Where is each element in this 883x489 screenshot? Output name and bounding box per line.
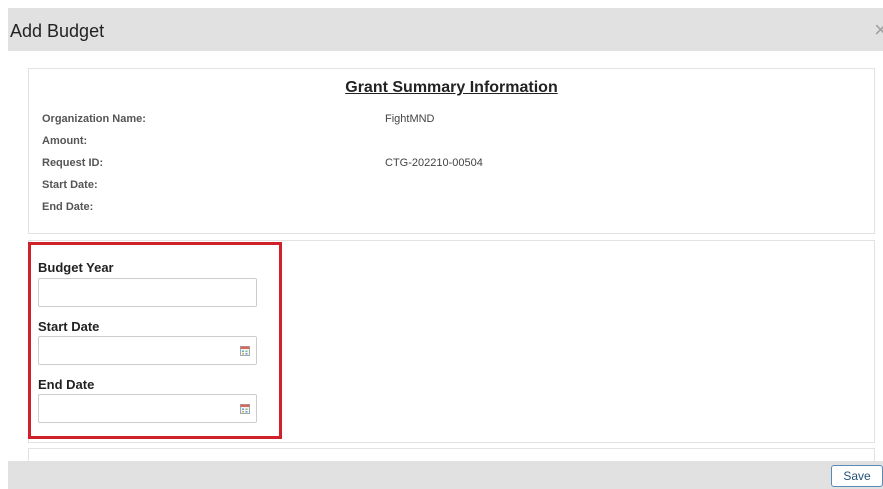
end-date-label: End Date xyxy=(38,377,95,392)
close-icon[interactable]: × xyxy=(874,19,883,41)
summary-title: Grant Summary Information xyxy=(345,79,558,96)
modal-footer: Save xyxy=(8,461,883,489)
budget-year-label: Budget Year xyxy=(38,260,114,275)
start-date-input[interactable] xyxy=(38,336,257,365)
end-date-input[interactable] xyxy=(38,394,257,423)
amount-label: Amount: xyxy=(42,135,88,147)
bottom-panel xyxy=(28,448,875,461)
modal-header: Add Budget × xyxy=(8,8,883,51)
summary-start-date-label: Start Date: xyxy=(42,179,98,191)
request-id-value: CTG-202210-00504 xyxy=(385,157,483,169)
grant-summary-panel: Grant Summary Information Organization N… xyxy=(28,68,875,234)
modal-title: Add Budget xyxy=(10,21,105,41)
calendar-icon[interactable] xyxy=(240,404,250,414)
organization-name-label: Organization Name: xyxy=(42,113,146,125)
save-button[interactable]: Save xyxy=(831,465,883,487)
modal-body: Grant Summary Information Organization N… xyxy=(8,51,883,461)
start-date-label: Start Date xyxy=(38,319,100,334)
budget-year-input[interactable] xyxy=(38,278,257,307)
summary-end-date-label: End Date: xyxy=(42,201,94,213)
calendar-icon[interactable] xyxy=(240,346,250,356)
request-id-label: Request ID: xyxy=(42,157,104,169)
organization-name-value: FightMND xyxy=(385,113,435,125)
